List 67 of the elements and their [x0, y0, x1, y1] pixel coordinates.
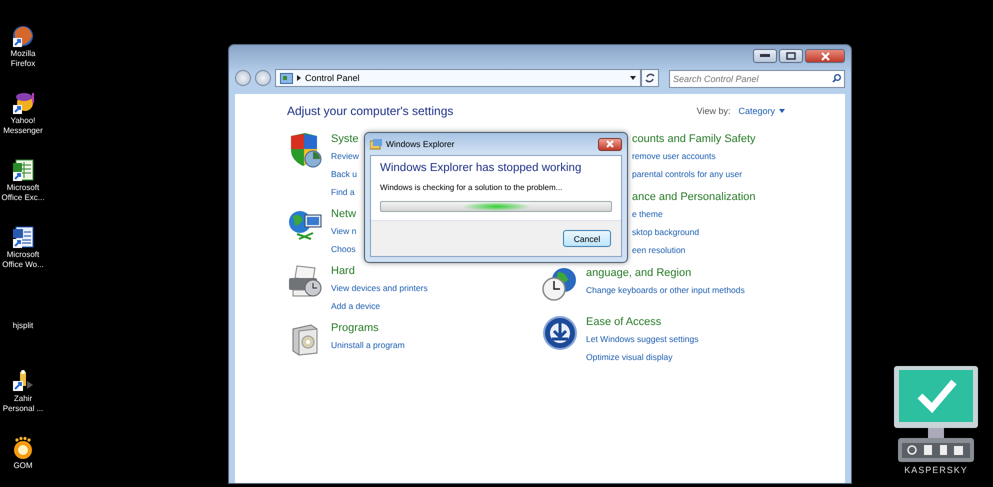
category-link[interactable]: parental controls for any user [632, 169, 742, 179]
back-button[interactable] [235, 70, 251, 86]
desktop-icon-label[interactable]: Yahoo! Messenger [0, 116, 46, 136]
category-link[interactable]: Change keyboards or other input methods [586, 285, 745, 295]
category-link[interactable]: Let Windows suggest settings [586, 334, 698, 344]
close-icon [820, 52, 830, 60]
category-link[interactable]: remove user accounts [632, 151, 716, 161]
close-icon [606, 140, 614, 148]
forward-button[interactable] [255, 70, 271, 86]
spreadsheet-icon [11, 158, 35, 182]
category-title[interactable]: Netw [331, 207, 356, 221]
desktop-icon-label[interactable]: Zahir Personal ... [0, 394, 46, 414]
address-bar[interactable]: Control Panel [275, 69, 641, 87]
category-title[interactable]: counts and Family Safety [632, 132, 756, 146]
desktop-icon-label[interactable]: Mozilla Firefox [0, 49, 46, 69]
category-title[interactable]: ance and Personalization [632, 190, 756, 204]
desktop-icon-label[interactable]: hjsplit [0, 320, 46, 330]
close-button[interactable] [598, 138, 622, 150]
gom-player-icon [11, 436, 35, 460]
control-panel-icon [280, 72, 293, 84]
shortcut-icon [11, 369, 35, 393]
breadcrumb-arrow-icon [297, 75, 301, 81]
explorer-icon [370, 138, 382, 150]
document-icon [11, 225, 35, 249]
search-icon [832, 74, 841, 83]
monitor-check-icon [892, 364, 980, 464]
category-title[interactable]: Syste [331, 132, 359, 146]
category-link[interactable]: e theme [632, 209, 663, 219]
category-link[interactable]: Optimize visual display [586, 352, 672, 362]
desktop-icon-label[interactable]: GOM [0, 461, 46, 471]
category-title[interactable]: Programs [331, 321, 405, 335]
accessibility-icon [542, 315, 578, 351]
close-button[interactable] [805, 49, 845, 63]
dialog-title: Windows Explorer [386, 139, 456, 149]
category-link[interactable]: Find a [331, 187, 355, 197]
category-title[interactable]: Hard [331, 264, 428, 278]
dialog-heading: Windows Explorer has stopped working [380, 162, 582, 174]
category-link[interactable]: Choos [331, 244, 356, 254]
desktop-icon-label[interactable]: Microsoft Office Wo... [0, 250, 46, 270]
refresh-icon [645, 73, 655, 83]
brand-label: KASPERSKY [904, 465, 968, 475]
category-link[interactable]: Uninstall a program [331, 340, 405, 350]
view-by-label: View by: [696, 106, 730, 116]
dropdown-arrow-icon [630, 76, 636, 80]
search-field[interactable]: Search Control Panel [669, 70, 845, 88]
minimize-icon [760, 54, 770, 58]
category-link[interactable]: een resolution [632, 245, 686, 255]
cancel-button[interactable]: Cancel [563, 230, 611, 247]
desktop-icon-label[interactable]: Microsoft Office Exc... [0, 183, 46, 203]
category-link[interactable]: View n [331, 226, 356, 236]
view-by-dropdown[interactable]: Category [738, 106, 785, 116]
category-link[interactable]: Add a device [331, 301, 380, 311]
clock-globe-icon [542, 266, 578, 302]
maximize-icon [786, 52, 796, 60]
category-title[interactable]: anguage, and Region [586, 266, 745, 280]
category-link[interactable]: sktop background [632, 227, 700, 237]
dropdown-arrow-icon [779, 109, 785, 113]
smiley-icon [11, 91, 35, 115]
category-title[interactable]: Ease of Access [586, 315, 698, 329]
category-link[interactable]: Review [331, 151, 359, 161]
page-heading: Adjust your computer's settings [287, 104, 454, 118]
dialog-message: Windows is checking for a solution to the problem... [380, 183, 564, 192]
minimize-button[interactable] [753, 49, 777, 63]
maximize-button[interactable] [779, 49, 803, 63]
refresh-button[interactable] [641, 69, 659, 87]
category-link[interactable]: Back u [331, 169, 357, 179]
category-link[interactable]: View devices and printers [331, 283, 428, 293]
